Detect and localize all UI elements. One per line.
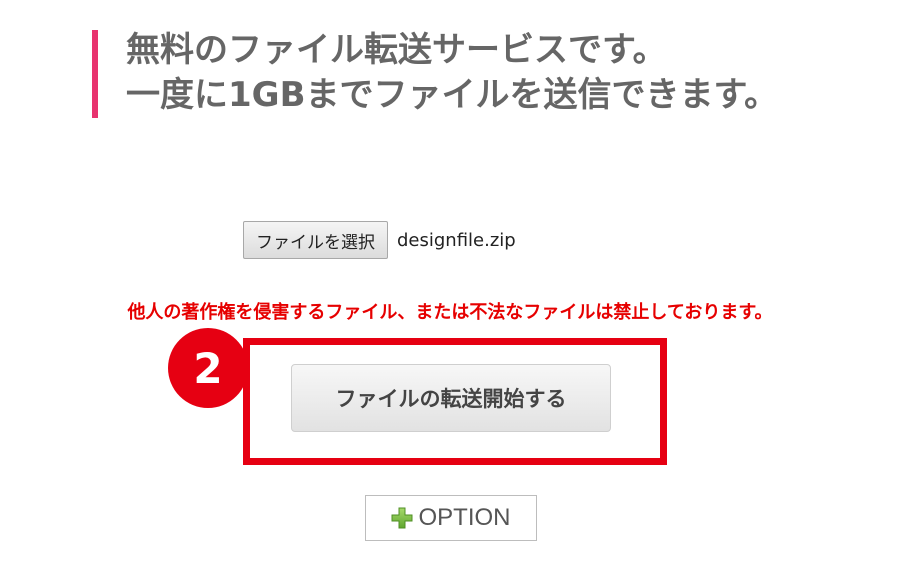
headline-line-1: 無料のファイル転送サービスです。 [126, 30, 667, 70]
option-label: OPTION [418, 504, 511, 531]
start-transfer-button[interactable]: ファイルの転送開始する [291, 364, 611, 432]
headline-accent-bar [92, 30, 98, 118]
selected-file-name: designfile.zip [397, 229, 516, 251]
plus-icon [391, 507, 413, 529]
copyright-warning: 他人の著作権を侵害するファイル、または不法なファイルは禁止しております。 [127, 302, 773, 323]
file-picker-row: ファイルを選択 designfile.zip [243, 221, 516, 259]
step-number-badge: 2 [168, 328, 248, 408]
page-headline: 無料のファイル転送サービスです。 一度に1GBまでファイルを送信できます。 [126, 28, 896, 118]
choose-file-button[interactable]: ファイルを選択 [243, 221, 388, 259]
option-button[interactable]: OPTION [365, 495, 537, 541]
headline-line-2: 一度に1GBまでファイルを送信できます。 [126, 75, 779, 115]
